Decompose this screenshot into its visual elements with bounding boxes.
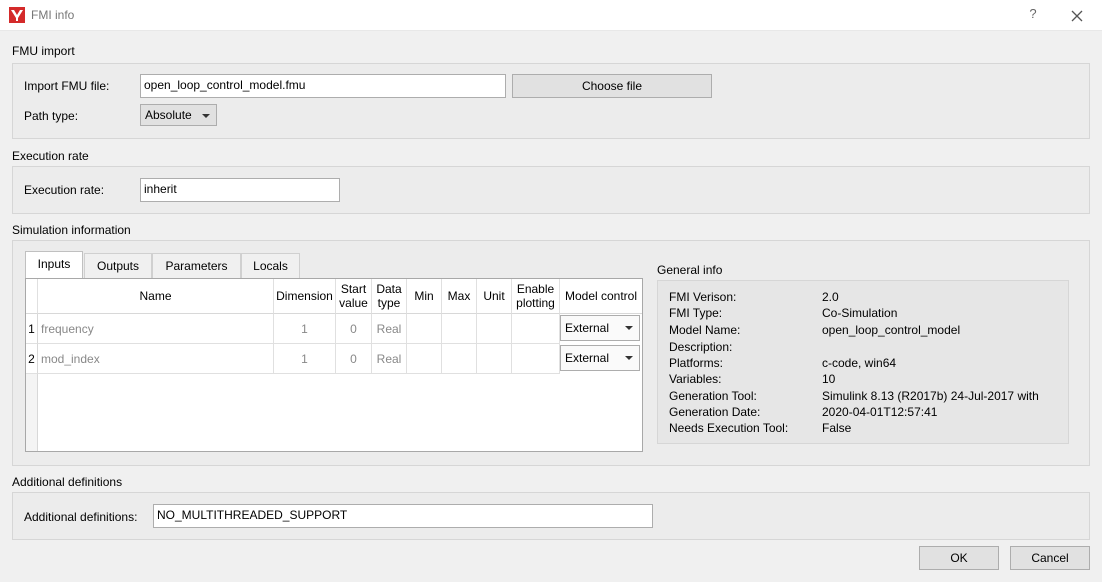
cell-enable-plotting[interactable] (512, 314, 560, 344)
model-control-select[interactable]: External (560, 345, 640, 371)
column-header-enable-plotting[interactable]: Enable plotting (512, 279, 560, 314)
additional-definitions-input[interactable]: NO_MULTITHREADED_SUPPORT (153, 504, 653, 528)
table-corner (26, 279, 38, 314)
cell-min[interactable] (407, 314, 442, 344)
cell-enable-plotting[interactable] (512, 344, 560, 374)
cell-min[interactable] (407, 344, 442, 374)
title-bar (0, 0, 1102, 31)
fmu-import-title: FMU import (12, 44, 75, 58)
cancel-button[interactable]: Cancel (1010, 546, 1090, 570)
info-value: 2020-04-01T12:57:41 (822, 405, 938, 419)
app-logo-icon (9, 7, 25, 23)
row-number[interactable]: 2 (26, 344, 38, 374)
execution-rate-label: Execution rate: (24, 183, 105, 197)
help-button[interactable]: ? (1024, 6, 1042, 24)
cell-unit[interactable] (477, 314, 512, 344)
close-icon[interactable] (1066, 5, 1088, 27)
tab-parameters[interactable]: Parameters (152, 253, 241, 279)
info-label: FMI Type: (669, 306, 723, 320)
inputs-table: Name Dimension Start value Data type Min… (25, 278, 643, 452)
column-header-max[interactable]: Max (442, 279, 477, 314)
ok-button[interactable]: OK (919, 546, 999, 570)
window-title: FMI info (31, 8, 75, 22)
cell-name[interactable]: mod_index (38, 344, 274, 374)
model-control-value: External (565, 351, 610, 365)
cell-dimension[interactable]: 1 (274, 344, 336, 374)
row-header-filler (26, 374, 38, 451)
cell-name[interactable]: frequency (38, 314, 274, 344)
info-value: Simulink 8.13 (R2017b) 24-Jul-2017 with (822, 389, 1039, 403)
info-label: FMI Verison: (669, 290, 737, 304)
info-value: False (822, 421, 852, 435)
execution-rate-title: Execution rate (12, 149, 89, 163)
fmu-file-input[interactable]: open_loop_control_model.fmu (140, 74, 506, 98)
general-info-title: General info (657, 263, 723, 277)
tab-inputs[interactable]: Inputs (25, 251, 83, 280)
info-value: 2.0 (822, 290, 839, 304)
tab-locals[interactable]: Locals (241, 253, 300, 279)
execution-rate-input[interactable]: inherit (140, 178, 340, 202)
column-header-unit[interactable]: Unit (477, 279, 512, 314)
chevron-down-icon (202, 114, 210, 118)
column-header-model-control[interactable]: Model control (560, 279, 642, 314)
cell-max[interactable] (442, 344, 477, 374)
tab-outputs[interactable]: Outputs (84, 253, 152, 279)
model-control-select[interactable]: External (560, 315, 640, 341)
column-header-min[interactable]: Min (407, 279, 442, 314)
row-number[interactable]: 1 (26, 314, 38, 344)
choose-file-button[interactable]: Choose file (512, 74, 712, 98)
additional-definitions-title: Additional definitions (12, 475, 123, 489)
cell-data-type[interactable]: Real (372, 344, 407, 374)
info-label: Generation Date: (669, 405, 761, 419)
column-header-dimension[interactable]: Dimension (274, 279, 336, 314)
info-value: 10 (822, 372, 836, 386)
info-label: Description: (669, 340, 733, 354)
cell-unit[interactable] (477, 344, 512, 374)
info-value: c-code, win64 (822, 356, 897, 370)
info-label: Platforms: (669, 356, 724, 370)
info-value: Co-Simulation (822, 306, 898, 320)
path-type-value: Absolute (145, 108, 192, 122)
cell-start-value[interactable]: 0 (336, 314, 372, 344)
cell-data-type[interactable]: Real (372, 314, 407, 344)
model-control-value: External (565, 321, 610, 335)
info-label: Needs Execution Tool: (669, 421, 789, 435)
info-label: Variables: (669, 372, 722, 386)
cell-dimension[interactable]: 1 (274, 314, 336, 344)
column-header-start-value[interactable]: Start value (336, 279, 372, 314)
chevron-down-icon (625, 356, 633, 360)
cell-max[interactable] (442, 314, 477, 344)
additional-definitions-label: Additional definitions: (24, 510, 138, 524)
column-header-data-type[interactable]: Data type (372, 279, 407, 314)
info-value: open_loop_control_model (822, 323, 961, 337)
column-header-name[interactable]: Name (38, 279, 274, 314)
info-label: Model Name: (669, 323, 741, 337)
path-type-label: Path type: (24, 109, 79, 123)
path-type-select[interactable]: Absolute (140, 104, 217, 126)
info-label: Generation Tool: (669, 389, 757, 403)
cell-start-value[interactable]: 0 (336, 344, 372, 374)
fmu-file-label: Import FMU file: (24, 79, 110, 93)
simulation-info-title: Simulation information (12, 223, 131, 237)
chevron-down-icon (625, 326, 633, 330)
